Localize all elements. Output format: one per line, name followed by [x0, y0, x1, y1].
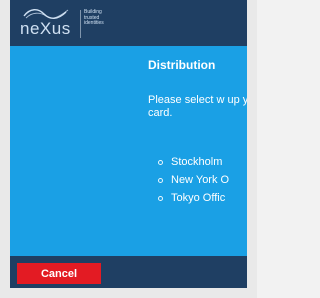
cancel-button[interactable]: Cancel: [17, 263, 101, 284]
logo-wordmark: neXus: [20, 19, 71, 38]
tagline-line: identities: [84, 20, 104, 26]
nexus-logo: neXus: [20, 6, 82, 40]
radio-icon[interactable]: [158, 195, 163, 201]
option-label: Tokyo Offic: [171, 192, 226, 204]
logo-tagline: Building trusted identities: [84, 9, 124, 27]
option-new-york[interactable]: New York O: [158, 171, 229, 189]
option-label: New York O: [171, 174, 230, 186]
option-tokyo[interactable]: Tokyo Offic: [158, 189, 229, 207]
selection-prompt: Please select w up your card.: [148, 94, 247, 119]
option-stockholm[interactable]: Stockholm: [158, 153, 229, 171]
distribution-window: neXus Building trusted identities Distri…: [10, 0, 247, 288]
radio-icon[interactable]: [158, 177, 163, 183]
radio-icon[interactable]: [158, 159, 163, 165]
logo-divider: [80, 10, 81, 38]
app-frame: neXus Building trusted identities Distri…: [0, 0, 257, 298]
content-panel: Distribution Please select w up your car…: [10, 46, 247, 256]
location-options: Stockholm New York O Tokyo Offic: [158, 153, 229, 207]
page-title: Distribution: [148, 58, 216, 72]
option-label: Stockholm: [171, 156, 223, 168]
header-bar: neXus Building trusted identities: [10, 0, 247, 46]
footer-bar: Cancel: [10, 256, 247, 288]
